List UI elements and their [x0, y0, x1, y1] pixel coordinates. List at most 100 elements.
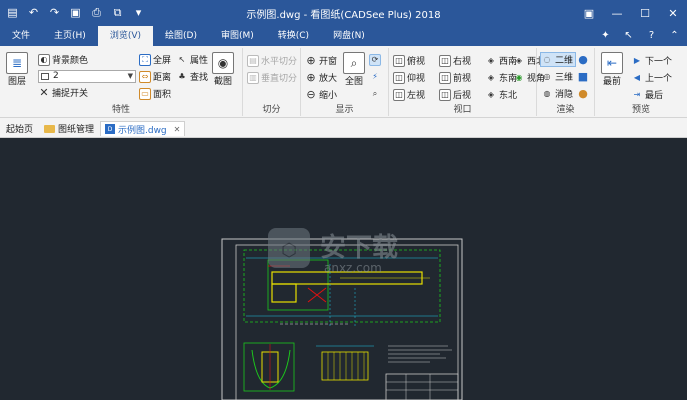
full-view-button[interactable]: ⌕ 全图 [343, 52, 365, 87]
pan-window-button[interactable]: ⊕ 开窗 [305, 53, 337, 68]
tab-review[interactable]: 审图(M) [209, 26, 266, 46]
fullscreen-icon: ⛶ [139, 53, 151, 66]
group-split: ▤ 水平切分 ▥ 垂直切分 切分 [243, 48, 301, 116]
last-button[interactable]: ⇥ 最后 [631, 87, 663, 102]
bg-color-button[interactable]: ◐ 背景颜色 [38, 52, 88, 67]
full-view-icon: ⌕ [343, 52, 365, 74]
latest-icon: ⇤ [601, 52, 623, 74]
tab-start-page[interactable]: 起始页 [2, 121, 37, 136]
cube-back-icon: ◫ [439, 88, 451, 101]
zoom-out-button[interactable]: ⊖ 缩小 [305, 87, 337, 102]
window-controls: ▣ — ☐ ✕ [575, 0, 687, 26]
maximize-icon[interactable]: ☐ [631, 0, 659, 26]
layer-button[interactable]: ≣ 图层 [6, 52, 28, 87]
group-render: ◌ 二维 ● ◎ 三维 ■ ◍ 消隐 ● 渲染 [537, 48, 595, 116]
cube-right-icon: ◫ [439, 54, 451, 67]
title-block [385, 373, 459, 400]
vsplit-icon: ▥ [247, 71, 259, 84]
cube-front-icon: ◫ [439, 71, 451, 84]
bottom-view-button[interactable]: ◫ 仰视 [393, 70, 425, 85]
render-2d-icon: ◌ [543, 55, 551, 64]
top-view-button[interactable]: ◫ 俯视 [393, 53, 425, 68]
ribbon: ≣ 图层 ◐ 背景颜色 2 ▼ ✕ 捕捉开关 ⛶ 全屏 ↖ 属性 ⇔ 距离 ♣ [0, 46, 687, 118]
tab-file[interactable]: 文件 [0, 26, 42, 46]
collapse-ribbon-icon[interactable]: ⌃ [668, 29, 681, 42]
back-view-button[interactable]: ◫ 后视 [439, 87, 471, 102]
detail-b-frame [321, 351, 369, 381]
group-properties: ≣ 图层 ◐ 背景颜色 2 ▼ ✕ 捕捉开关 ⛶ 全屏 ↖ 属性 ⇔ 距离 ♣ [0, 48, 243, 116]
notes-block [388, 345, 452, 363]
group-label-split: 切分 [262, 105, 281, 115]
help-icon[interactable]: ? [645, 29, 658, 42]
horizontal-split-button[interactable]: ▤ 水平切分 [247, 53, 297, 68]
color-select[interactable]: 2 ▼ [38, 70, 136, 83]
snap-toggle-button[interactable]: ✕ 捕捉开关 [38, 85, 88, 100]
find-button[interactable]: ♣ 查找 [176, 69, 208, 84]
color-swatch-icon [41, 73, 49, 80]
tab-draw[interactable]: 绘图(D) [153, 26, 209, 46]
document-tabs: 起始页 图纸管理 D 示例图.dwg ✕ [0, 118, 687, 138]
nw-icon: ◈ [515, 56, 523, 65]
area-button[interactable]: ▭ 面积 [139, 86, 171, 101]
watermark: ⬡ 安下载 anxz.com [268, 228, 398, 275]
layer-icon: ≣ [6, 52, 28, 74]
zoom-in-icon: ⊕ [306, 71, 316, 84]
cube-left-icon: ◫ [393, 88, 405, 101]
watermark-logo-glyph: ⬡ [281, 240, 297, 261]
cube-solid-button[interactable]: ■ [577, 69, 589, 84]
zoom-in-button[interactable]: ⊕ 放大 [305, 70, 337, 85]
fullscreen-button[interactable]: ⛶ 全屏 [139, 52, 171, 67]
settings-icon[interactable]: ✦ [599, 29, 612, 42]
right-view-button[interactable]: ◫ 右视 [439, 53, 471, 68]
group-label-display: 显示 [335, 105, 354, 115]
hide-lines-button[interactable]: ◍ 消隐 [541, 86, 574, 101]
group-viewport: ◫ 俯视 ◫ 右视 ◈ 西南 ◈ 西北 ◫ 仰视 ◫ 前视 ◈ 东南 ◉ 视角 ◫ 左视 ◫ 后视 [389, 48, 545, 116]
render-2d-button[interactable]: ◌ 二维 [540, 52, 577, 67]
realtime-zoom-button[interactable]: ⟳ [369, 52, 381, 67]
sphere-blue-button[interactable]: ● [577, 52, 589, 67]
find-icon: ♣ [178, 72, 186, 81]
close-tab-icon[interactable]: ✕ [174, 125, 181, 134]
regen-button[interactable]: ⚡ [369, 69, 381, 84]
tab-home[interactable]: 主页(H) [42, 26, 98, 46]
cube-top-icon: ◫ [393, 54, 405, 67]
tab-convert[interactable]: 转换(C) [266, 26, 321, 46]
tab-browse[interactable]: 浏览(V) [97, 26, 153, 46]
sphere-color-button[interactable]: ● [577, 86, 589, 101]
magnifier-button[interactable]: ⌕ [369, 86, 381, 101]
group-label-preview: 预览 [631, 105, 650, 115]
cursor-icon[interactable]: ↖ [622, 29, 635, 42]
window-zoom-icon: ⊕ [306, 54, 316, 67]
ne-view-button[interactable]: ◈ 东北 [485, 87, 517, 102]
drawing-canvas[interactable]: ⬡ 安下载 anxz.com [0, 138, 687, 400]
group-display: ⊕ 开窗 ⊕ 放大 ⊖ 缩小 ⌕ 全图 ⟳ ⚡ ⌕ 显示 [301, 48, 389, 116]
area-icon: ▭ [139, 87, 151, 100]
screenshot-button[interactable]: ◉ 截图 [212, 52, 234, 87]
left-view-button[interactable]: ◫ 左视 [393, 87, 425, 102]
se-icon: ◈ [487, 73, 495, 82]
pin-icon[interactable]: ▣ [575, 0, 603, 26]
distance-button[interactable]: ⇔ 距离 [139, 69, 171, 84]
dwg-file-icon: D [105, 124, 115, 134]
close-icon[interactable]: ✕ [659, 0, 687, 26]
minimize-icon[interactable]: — [603, 0, 631, 26]
previous-button[interactable]: ◀ 上一个 [631, 70, 672, 85]
tab-cloud[interactable]: 网盘(N) [321, 26, 377, 46]
cube-solid-icon: ■ [577, 70, 589, 83]
title-bar: ▤ ↶ ↷ ▣ ⎙ ⧉ ▾ 示例图.dwg - 看图纸(CADSee Plus)… [0, 0, 687, 26]
ribbon-tabs: 文件 主页(H) 浏览(V) 绘图(D) 审图(M) 转换(C) 网盘(N) ✦… [0, 26, 687, 46]
front-view-button[interactable]: ◫ 前视 [439, 70, 471, 85]
watermark-text: 安下载 [320, 233, 398, 263]
render-3d-icon: ◎ [543, 72, 551, 81]
next-button[interactable]: ▶ 下一个 [631, 53, 672, 68]
latest-button[interactable]: ⇤ 最前 [601, 52, 623, 87]
eye-icon: ◉ [515, 73, 523, 82]
tab-drawing-manager[interactable]: 图纸管理 [40, 121, 98, 136]
attribute-button[interactable]: ↖ 属性 [176, 52, 208, 67]
render-3d-button[interactable]: ◎ 三维 [541, 69, 574, 84]
group-preview: ⇤ 最前 ▶ 下一个 ◀ 上一个 ⇥ 最后 预览 [595, 48, 687, 116]
vertical-split-button[interactable]: ▥ 垂直切分 [247, 70, 297, 85]
tab-example-dwg[interactable]: D 示例图.dwg ✕ [100, 121, 186, 136]
camera-icon: ◉ [212, 52, 234, 74]
next-icon: ▶ [633, 56, 641, 65]
